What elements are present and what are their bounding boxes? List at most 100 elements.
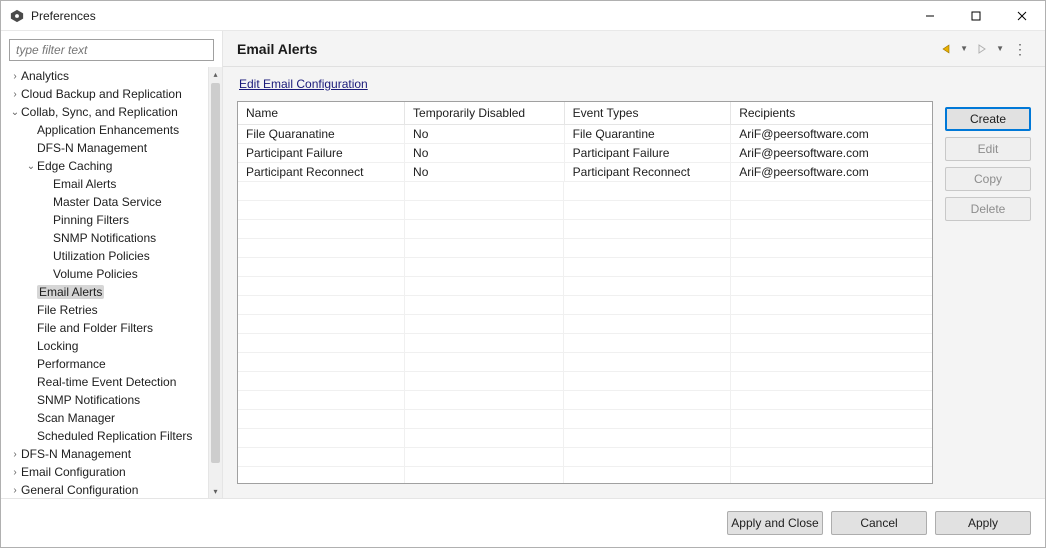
edit-button: Edit bbox=[945, 137, 1031, 161]
delete-button: Delete bbox=[945, 197, 1031, 221]
chevron-down-icon[interactable]: ⌄ bbox=[25, 158, 37, 176]
apply-button[interactable]: Apply bbox=[935, 511, 1031, 535]
tree-item[interactable]: Pinning Filters bbox=[1, 211, 208, 229]
tree-item-label: Application Enhancements bbox=[37, 123, 179, 137]
app-icon bbox=[9, 8, 25, 24]
tree-item-label: Volume Policies bbox=[53, 267, 138, 281]
maximize-button[interactable] bbox=[953, 1, 999, 30]
tree-item[interactable]: File Retries bbox=[1, 301, 208, 319]
window-title: Preferences bbox=[31, 9, 96, 23]
col-recipients[interactable]: Recipients bbox=[731, 102, 932, 124]
tree-item[interactable]: ›DFS-N Management bbox=[1, 445, 208, 463]
tree-item[interactable]: Scan Manager bbox=[1, 409, 208, 427]
tree-item[interactable]: SNMP Notifications bbox=[1, 229, 208, 247]
tree-item[interactable]: Utilization Policies bbox=[1, 247, 208, 265]
tree-item[interactable]: SNMP Notifications bbox=[1, 391, 208, 409]
tree-item[interactable]: ›Analytics bbox=[1, 67, 208, 85]
main-header: Email Alerts ▼ ▼ ⋮ bbox=[223, 31, 1045, 67]
chevron-right-icon[interactable]: › bbox=[9, 68, 21, 86]
table-row[interactable]: Participant FailureNoParticipant Failure… bbox=[238, 143, 932, 162]
col-name[interactable]: Name bbox=[238, 102, 405, 124]
table-cell: AriF@peersoftware.com bbox=[731, 124, 932, 143]
table-cell: No bbox=[405, 162, 565, 181]
scroll-down-icon[interactable]: ▾ bbox=[209, 484, 222, 498]
tree-item-label: Edge Caching bbox=[37, 159, 112, 173]
chevron-right-icon[interactable]: › bbox=[9, 446, 21, 464]
cancel-button[interactable]: Cancel bbox=[831, 511, 927, 535]
tree-item[interactable]: Locking bbox=[1, 337, 208, 355]
table-header-row: Name Temporarily Disabled Event Types Re… bbox=[238, 102, 932, 124]
footer: Apply and Close Cancel Apply bbox=[1, 499, 1045, 547]
tree-item[interactable]: Email Alerts bbox=[1, 175, 208, 193]
back-button[interactable] bbox=[937, 40, 955, 58]
tree-item-label: Analytics bbox=[21, 69, 69, 83]
tree-item[interactable]: Real-time Event Detection bbox=[1, 373, 208, 391]
table-cell: Participant Reconnect bbox=[564, 162, 731, 181]
table-cell: AriF@peersoftware.com bbox=[731, 162, 932, 181]
tree-item[interactable]: Volume Policies bbox=[1, 265, 208, 283]
tree-item-label: Utilization Policies bbox=[53, 249, 150, 263]
tree-item-label: Pinning Filters bbox=[53, 213, 129, 227]
kebab-menu-icon[interactable]: ⋮ bbox=[1009, 44, 1031, 54]
tree-item-label: Performance bbox=[37, 357, 106, 371]
tree-item[interactable]: DFS-N Management bbox=[1, 139, 208, 157]
table-cell: No bbox=[405, 143, 565, 162]
side-buttons: Create Edit Copy Delete bbox=[945, 77, 1031, 484]
table-cell: File Quarantine bbox=[564, 124, 731, 143]
tree-item-label: Email Alerts bbox=[53, 177, 116, 191]
col-event-types[interactable]: Event Types bbox=[564, 102, 731, 124]
scroll-up-icon[interactable]: ▴ bbox=[209, 67, 222, 81]
edit-email-config-link[interactable]: Edit Email Configuration bbox=[239, 77, 933, 91]
tree-item-label: SNMP Notifications bbox=[53, 231, 156, 245]
forward-menu-dropdown[interactable]: ▼ bbox=[993, 44, 1007, 53]
tree-item-label: Real-time Event Detection bbox=[37, 375, 176, 389]
tree-item-label: SNMP Notifications bbox=[37, 393, 140, 407]
back-menu-dropdown[interactable]: ▼ bbox=[957, 44, 971, 53]
table-cell: Participant Failure bbox=[564, 143, 731, 162]
tree-item-label: DFS-N Management bbox=[21, 447, 131, 461]
tree-item[interactable]: ›General Configuration bbox=[1, 481, 208, 498]
table-cell: File Quaranatine bbox=[238, 124, 405, 143]
tree-item-label: Cloud Backup and Replication bbox=[21, 87, 182, 101]
tree-item-label: DFS-N Management bbox=[37, 141, 147, 155]
chevron-right-icon[interactable]: › bbox=[9, 482, 21, 498]
preferences-window: Preferences ›Analytics›Cloud Backup and … bbox=[0, 0, 1046, 548]
sidebar: ›Analytics›Cloud Backup and Replication⌄… bbox=[1, 31, 223, 498]
forward-button[interactable] bbox=[973, 40, 991, 58]
minimize-button[interactable] bbox=[907, 1, 953, 30]
apply-and-close-button[interactable]: Apply and Close bbox=[727, 511, 823, 535]
chevron-right-icon[interactable]: › bbox=[9, 464, 21, 482]
tree-item[interactable]: ⌄Collab, Sync, and Replication bbox=[1, 103, 208, 121]
tree-item[interactable]: Scheduled Replication Filters bbox=[1, 427, 208, 445]
tree-item[interactable]: ⌄Edge Caching bbox=[1, 157, 208, 175]
table-cell: AriF@peersoftware.com bbox=[731, 143, 932, 162]
tree-item[interactable]: ›Email Configuration bbox=[1, 463, 208, 481]
tree-item[interactable]: Master Data Service bbox=[1, 193, 208, 211]
sidebar-scrollbar[interactable]: ▴ ▾ bbox=[208, 67, 222, 498]
alerts-table: Name Temporarily Disabled Event Types Re… bbox=[237, 101, 933, 484]
tree-item[interactable]: File and Folder Filters bbox=[1, 319, 208, 337]
main-panel: Email Alerts ▼ ▼ ⋮ Edit Email Configurat… bbox=[223, 31, 1045, 498]
chevron-down-icon[interactable]: ⌄ bbox=[9, 104, 21, 122]
tree-item[interactable]: Application Enhancements bbox=[1, 121, 208, 139]
tree-item-label: Email Configuration bbox=[21, 465, 126, 479]
body: ›Analytics›Cloud Backup and Replication⌄… bbox=[1, 31, 1045, 499]
col-temporarily-disabled[interactable]: Temporarily Disabled bbox=[405, 102, 565, 124]
close-button[interactable] bbox=[999, 1, 1045, 30]
tree-item[interactable]: Email Alerts bbox=[1, 283, 208, 301]
chevron-right-icon[interactable]: › bbox=[9, 86, 21, 104]
tree-item[interactable]: ›Cloud Backup and Replication bbox=[1, 85, 208, 103]
tree-item-label: General Configuration bbox=[21, 483, 138, 497]
tree-item[interactable]: Performance bbox=[1, 355, 208, 373]
nav-tree[interactable]: ›Analytics›Cloud Backup and Replication⌄… bbox=[1, 67, 208, 498]
filter-input[interactable] bbox=[9, 39, 214, 61]
table-cell: No bbox=[405, 124, 565, 143]
table-row[interactable]: Participant ReconnectNoParticipant Recon… bbox=[238, 162, 932, 181]
table-cell: Participant Failure bbox=[238, 143, 405, 162]
table-row[interactable]: File QuaranatineNoFile QuarantineAriF@pe… bbox=[238, 124, 932, 143]
create-button[interactable]: Create bbox=[945, 107, 1031, 131]
tree-item-label: Scheduled Replication Filters bbox=[37, 429, 192, 443]
tree-item-label: Collab, Sync, and Replication bbox=[21, 105, 178, 119]
scroll-thumb[interactable] bbox=[211, 83, 220, 463]
table-cell: Participant Reconnect bbox=[238, 162, 405, 181]
